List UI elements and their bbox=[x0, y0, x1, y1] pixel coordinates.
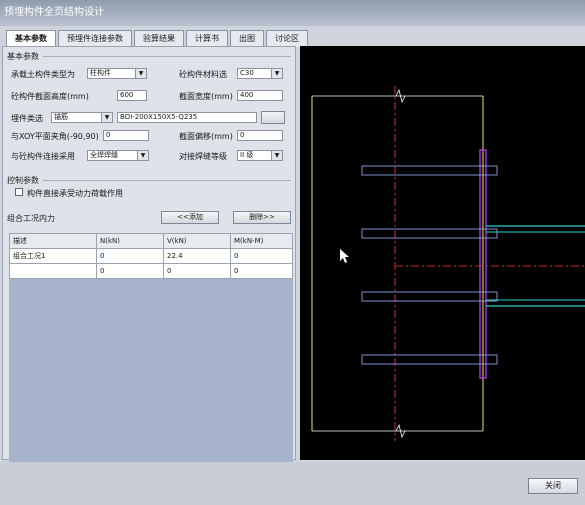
tab-calc-book[interactable]: 计算书 bbox=[186, 30, 228, 47]
delete-load-button[interactable]: 删除>> bbox=[233, 211, 291, 224]
column-header-description: 描述 bbox=[9, 233, 97, 249]
embed-spec-field[interactable]: BOI-200X150X5-Q235 bbox=[117, 112, 257, 123]
tab-bar: 基本参数 预埋件连接参数 验算结果 计算书 出图 讨论区 bbox=[6, 30, 308, 47]
chevron-down-icon: ▼ bbox=[271, 69, 282, 78]
column-header-n: N(kN) bbox=[96, 233, 164, 249]
cell-m[interactable]: 0 bbox=[230, 248, 293, 264]
concrete-grade-label: 砼构件材料选 bbox=[179, 70, 227, 79]
column-header-m: M(kN-M) bbox=[230, 233, 293, 249]
weld-grade-label: 对接焊缝等级 bbox=[179, 152, 227, 161]
embed-type-select[interactable]: 锚筋 ▼ bbox=[51, 112, 113, 123]
chevron-down-icon: ▼ bbox=[271, 151, 282, 160]
drawing-canvas[interactable] bbox=[300, 46, 585, 460]
control-group-label: 控制参数 bbox=[7, 176, 39, 185]
window-title: 预埋构件全页结构设计 bbox=[0, 0, 585, 26]
connection-select[interactable]: 全焊焊缝 ▼ bbox=[87, 150, 149, 161]
table-row[interactable]: 组合工况1 0 22.4 0 bbox=[9, 248, 293, 264]
dynamic-load-checkbox[interactable] bbox=[15, 188, 23, 196]
offset-input[interactable]: 0 bbox=[237, 130, 283, 141]
tab-basic-params[interactable]: 基本参数 bbox=[6, 30, 56, 47]
group-divider bbox=[43, 180, 291, 181]
bottom-bar bbox=[0, 462, 585, 505]
angle-input[interactable]: 0 bbox=[103, 130, 149, 141]
tab-embed-connection-params[interactable]: 预埋件连接参数 bbox=[58, 30, 132, 47]
concrete-grade-select[interactable]: C30 ▼ bbox=[237, 68, 283, 79]
table-row[interactable]: 0 0 0 bbox=[9, 263, 293, 279]
column-header-v: V(kN) bbox=[163, 233, 231, 249]
member-type-label: 承载土构件类型为 bbox=[11, 70, 75, 79]
cell-description[interactable]: 组合工况1 bbox=[9, 248, 97, 264]
member-type-select[interactable]: 柱构件 ▼ bbox=[87, 68, 147, 79]
group-divider bbox=[43, 56, 291, 57]
basic-group-label: 基本参数 bbox=[7, 52, 39, 61]
cell-v[interactable]: 22.4 bbox=[163, 248, 231, 264]
section-height-label: 砼构件截面高度(mm) bbox=[11, 92, 89, 101]
offset-label: 截面偏移(mm) bbox=[179, 132, 233, 141]
embed-spec-browse-button[interactable] bbox=[261, 111, 285, 124]
weld-grade-select[interactable]: II 级 ▼ bbox=[237, 150, 283, 161]
dynamic-load-label: 构件直接承受动力荷载作用 bbox=[27, 189, 123, 198]
tab-check-results[interactable]: 验算结果 bbox=[134, 30, 184, 47]
tab-discussion[interactable]: 讨论区 bbox=[266, 30, 308, 47]
section-width-input[interactable]: 400 bbox=[237, 90, 283, 101]
load-table: 描述 N(kN) V(kN) M(kN-M) 组合工况1 0 22.4 0 0 … bbox=[9, 233, 293, 279]
cell-n[interactable]: 0 bbox=[96, 263, 164, 279]
tab-drawing[interactable]: 出图 bbox=[230, 30, 264, 47]
cell-m[interactable]: 0 bbox=[230, 263, 293, 279]
load-table-empty-area bbox=[9, 279, 293, 489]
chevron-down-icon: ▼ bbox=[101, 113, 112, 122]
add-load-button[interactable]: <<添加 bbox=[161, 211, 219, 224]
close-button[interactable]: 关闭 bbox=[528, 478, 578, 494]
cell-v[interactable]: 0 bbox=[163, 263, 231, 279]
section-height-input[interactable]: 600 bbox=[117, 90, 147, 101]
angle-label: 与XOY平面夹角(-90,90) bbox=[11, 132, 99, 141]
connection-label: 与砼构件连接采用 bbox=[11, 152, 75, 161]
embed-drawing bbox=[300, 46, 585, 460]
cell-description[interactable] bbox=[9, 263, 97, 279]
chevron-down-icon: ▼ bbox=[135, 69, 146, 78]
cell-n[interactable]: 0 bbox=[96, 248, 164, 264]
section-width-label: 截面宽度(mm) bbox=[179, 92, 233, 101]
parameter-panel: 基本参数 承载土构件类型为 柱构件 ▼ 砼构件材料选 C30 ▼ 砼构件截面高度(m… bbox=[2, 46, 296, 489]
chevron-down-icon: ▼ bbox=[137, 151, 148, 160]
embed-type-label: 埋件类选 bbox=[11, 114, 43, 123]
loads-group-label: 组合工况内力 bbox=[7, 214, 55, 223]
